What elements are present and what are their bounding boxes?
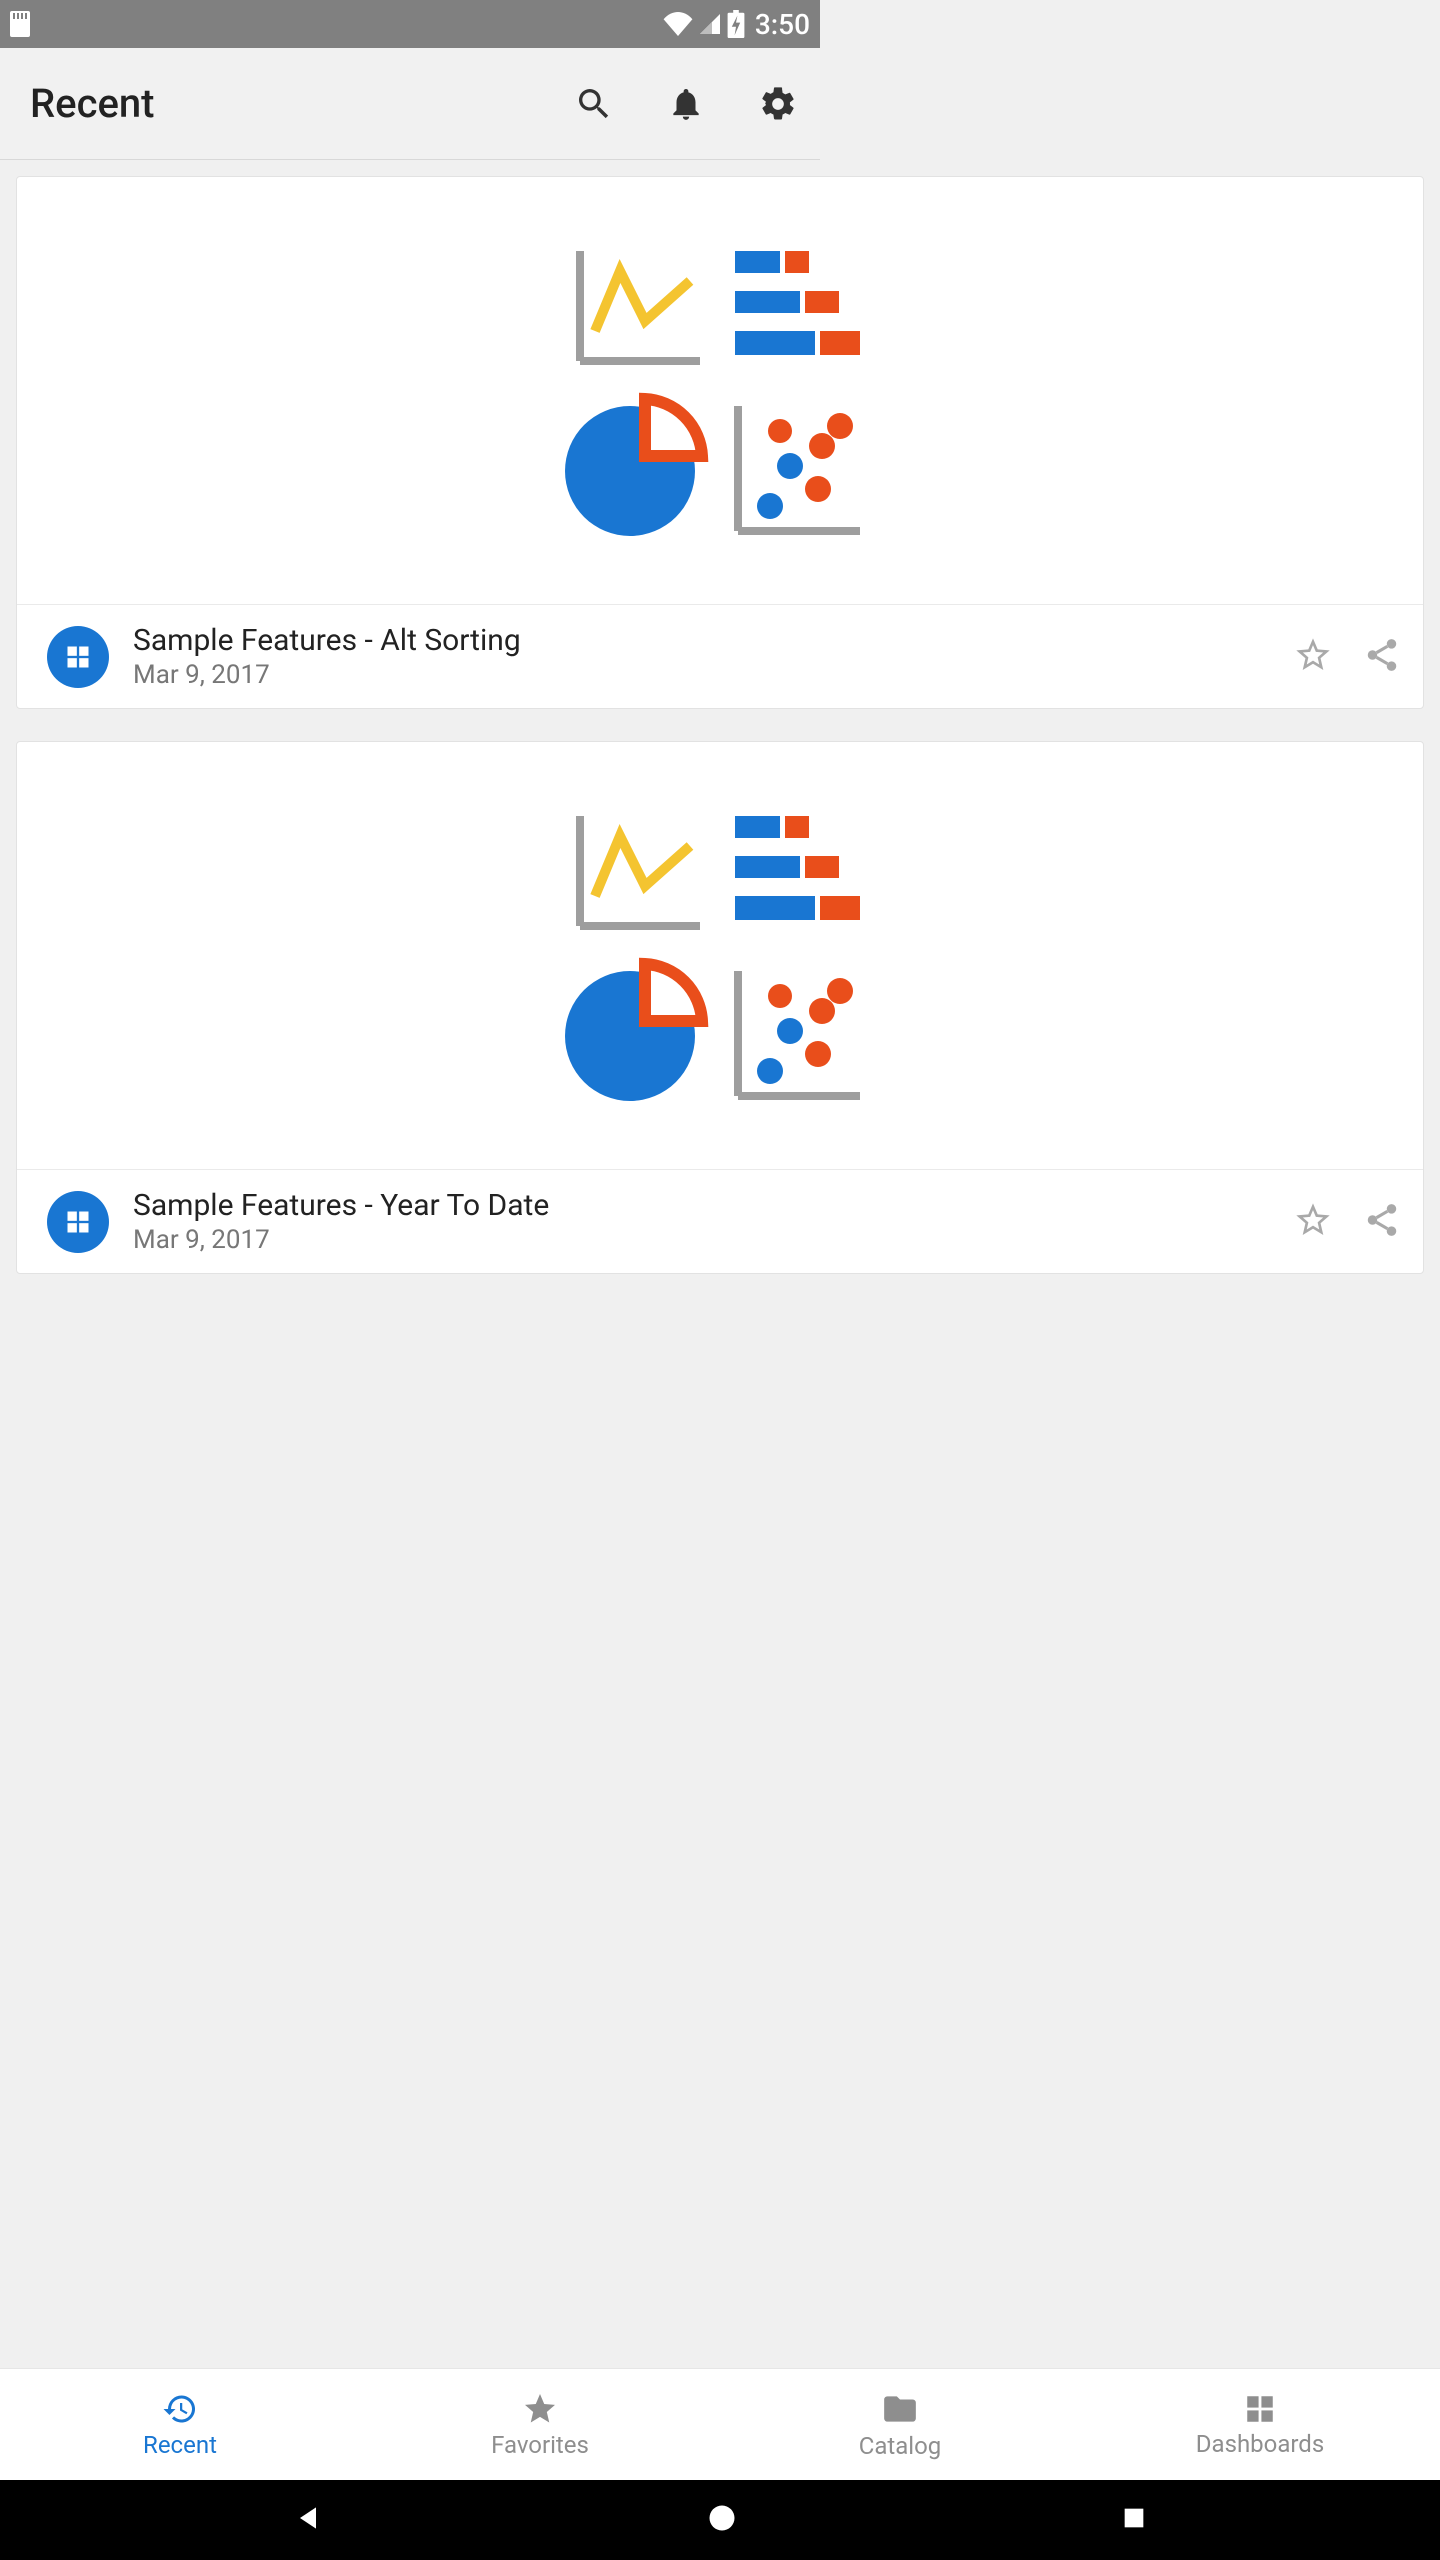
card-title: Sample Features - Alt Sorting xyxy=(133,623,1269,658)
card-date: Mar 9, 2017 xyxy=(133,1225,1269,1255)
tab-label: Recent xyxy=(143,2431,217,2459)
card-date: Mar 9, 2017 xyxy=(133,660,1269,690)
card-footer: Sample Features - Alt Sorting Mar 9, 201… xyxy=(17,605,1423,708)
circle-home-icon xyxy=(707,2503,737,2533)
app-bar: Recent xyxy=(0,48,820,160)
triangle-back-icon xyxy=(292,2502,324,2534)
home-button[interactable] xyxy=(707,2503,737,2537)
card-title: Sample Features - Year To Date xyxy=(133,1188,1269,1223)
share-icon xyxy=(1363,1201,1401,1239)
status-bar: 3:50 xyxy=(0,0,820,48)
search-button[interactable] xyxy=(572,82,616,126)
bell-icon xyxy=(667,85,705,123)
star-outline-icon xyxy=(1293,1200,1333,1240)
folder-icon xyxy=(881,2390,919,2428)
notifications-button[interactable] xyxy=(664,82,708,126)
share-icon xyxy=(1363,636,1401,674)
card-preview xyxy=(17,742,1423,1170)
settings-button[interactable] xyxy=(756,82,800,126)
bottom-nav: Recent Favorites Catalog Dashboards xyxy=(0,2368,1440,2480)
history-icon xyxy=(162,2391,198,2427)
tab-dashboards[interactable]: Dashboards xyxy=(1080,2369,1440,2480)
square-overview-icon xyxy=(1120,2504,1148,2532)
card-footer: Sample Features - Year To Date Mar 9, 20… xyxy=(17,1170,1423,1273)
battery-charging-icon xyxy=(727,10,745,38)
share-button[interactable] xyxy=(1363,1201,1401,1243)
favorite-button[interactable] xyxy=(1293,1200,1333,1244)
dashboard-type-icon xyxy=(47,1191,109,1253)
dashboard-type-icon xyxy=(47,626,109,688)
tab-catalog[interactable]: Catalog xyxy=(720,2369,1080,2480)
android-nav-bar xyxy=(0,2480,1440,2560)
status-time: 3:50 xyxy=(755,8,810,41)
page-title: Recent xyxy=(30,80,155,127)
dashboard-icon xyxy=(1243,2392,1277,2426)
signal-icon xyxy=(697,12,723,36)
wifi-icon xyxy=(663,12,693,36)
star-outline-icon xyxy=(1293,635,1333,675)
overview-button[interactable] xyxy=(1120,2504,1148,2536)
tab-label: Catalog xyxy=(859,2432,942,2460)
back-button[interactable] xyxy=(292,2502,324,2538)
report-card[interactable]: Sample Features - Year To Date Mar 9, 20… xyxy=(16,741,1424,1274)
gear-icon xyxy=(758,84,798,124)
report-card[interactable]: Sample Features - Alt Sorting Mar 9, 201… xyxy=(16,176,1424,709)
tab-label: Dashboards xyxy=(1196,2430,1324,2458)
chart-thumbnail-icon xyxy=(560,796,880,1116)
star-icon xyxy=(522,2391,558,2427)
sd-card-icon xyxy=(10,11,30,37)
tab-favorites[interactable]: Favorites xyxy=(360,2369,720,2480)
content-area: Sample Features - Alt Sorting Mar 9, 201… xyxy=(0,160,1440,2368)
card-preview xyxy=(17,177,1423,605)
tab-recent[interactable]: Recent xyxy=(0,2369,360,2480)
chart-thumbnail-icon xyxy=(560,231,880,551)
share-button[interactable] xyxy=(1363,636,1401,678)
favorite-button[interactable] xyxy=(1293,635,1333,679)
search-icon xyxy=(574,84,614,124)
tab-label: Favorites xyxy=(491,2431,589,2459)
